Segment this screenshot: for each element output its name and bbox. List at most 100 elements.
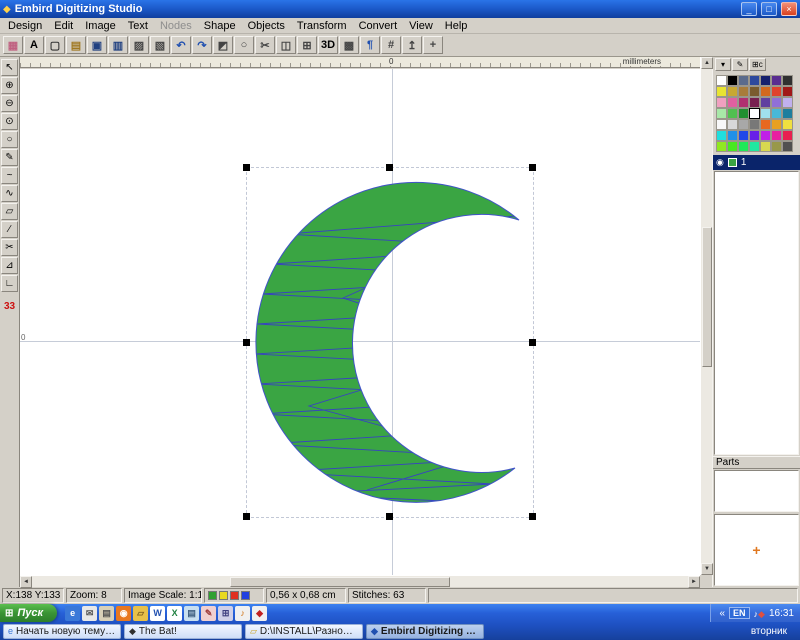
menu-help[interactable]: Help [439, 19, 474, 33]
scroll-up-arrow[interactable]: ▲ [701, 57, 713, 69]
print-button[interactable]: ▨ [129, 36, 149, 54]
show-desktop-icon[interactable]: ▤ [99, 606, 114, 621]
scroll-left-arrow[interactable]: ◄ [20, 576, 32, 588]
palette-color[interactable] [760, 97, 771, 108]
internet-explorer-icon[interactable]: e [65, 606, 80, 621]
selection-handle[interactable] [243, 339, 250, 346]
palette-color[interactable] [782, 97, 793, 108]
select-mode-button[interactable]: ◩ [213, 36, 233, 54]
task-browser[interactable]: e Начать новую тему :: В... [3, 624, 121, 639]
ellipse-mode-button[interactable]: ○ [234, 36, 254, 54]
status-color-swatch[interactable] [219, 591, 228, 600]
view-3d-button[interactable]: 3D [318, 36, 338, 54]
task-thebat[interactable]: ◆ The Bat! [124, 624, 242, 639]
menu-image[interactable]: Image [79, 19, 122, 33]
palette-color[interactable] [727, 108, 738, 119]
add-button[interactable]: + [423, 36, 443, 54]
palette-color[interactable] [727, 86, 738, 97]
order-button[interactable]: # [381, 36, 401, 54]
status-color-swatch[interactable] [208, 591, 217, 600]
palette-color[interactable] [782, 119, 793, 130]
menu-objects[interactable]: Objects [242, 19, 291, 33]
vertical-scroll-thumb[interactable] [702, 227, 712, 367]
palette-color[interactable] [771, 141, 782, 152]
horizontal-scroll-thumb[interactable] [230, 577, 450, 587]
palette-color[interactable] [716, 75, 727, 86]
lettering-button[interactable]: A [24, 36, 44, 54]
palette-color[interactable] [782, 75, 793, 86]
menu-transform[interactable]: Transform [291, 19, 353, 33]
excel-icon[interactable]: X [167, 606, 182, 621]
palette-color[interactable] [760, 130, 771, 141]
object-list[interactable] [714, 171, 799, 455]
move-up-button[interactable]: ↥ [402, 36, 422, 54]
notepad-icon[interactable]: ▤ [184, 606, 199, 621]
undo-button[interactable]: ↶ [171, 36, 191, 54]
palette-color[interactable] [782, 141, 793, 152]
shield-icon[interactable]: ◆ [758, 609, 765, 619]
magnet-button[interactable]: ◫ [276, 36, 296, 54]
maximize-button[interactable]: □ [761, 2, 777, 16]
stitch-view-button[interactable]: ▩ [339, 36, 359, 54]
scissors-button[interactable]: ✂ [255, 36, 275, 54]
vertical-scrollbar[interactable]: ▲ ▼ [700, 57, 712, 575]
palette-color[interactable] [749, 97, 760, 108]
line-tool[interactable]: ∕ [1, 221, 18, 238]
language-indicator[interactable]: EN [729, 607, 750, 619]
media-player-icon[interactable]: ◉ [116, 606, 131, 621]
scroll-down-arrow[interactable]: ▼ [701, 563, 713, 575]
measure-tool[interactable]: ∟ [1, 275, 18, 292]
selection-handle[interactable] [529, 164, 536, 171]
palette-color[interactable] [716, 119, 727, 130]
selection-handle[interactable] [386, 513, 393, 520]
crescent-design-object[interactable] [247, 168, 533, 517]
word-icon[interactable]: W [150, 606, 165, 621]
palette-color[interactable] [760, 141, 771, 152]
node-tool[interactable]: ▱ [1, 203, 18, 220]
palette-color[interactable] [738, 75, 749, 86]
scroll-right-arrow[interactable]: ► [688, 576, 700, 588]
layer-row-selected[interactable]: ◉ 1 [713, 155, 800, 170]
selection-handle[interactable] [529, 513, 536, 520]
palette-color[interactable] [760, 119, 771, 130]
palette-color[interactable] [771, 86, 782, 97]
palette-color[interactable] [738, 119, 749, 130]
palette-color[interactable] [760, 86, 771, 97]
palette-color[interactable] [716, 130, 727, 141]
ellipse-tool[interactable]: ○ [1, 131, 18, 148]
menu-design[interactable]: Design [2, 19, 48, 33]
minimize-button[interactable]: _ [741, 2, 757, 16]
menu-convert[interactable]: Convert [353, 19, 404, 33]
selection-handle[interactable] [243, 164, 250, 171]
status-color-swatch[interactable] [241, 591, 250, 600]
grid-button[interactable]: ⊞ [297, 36, 317, 54]
task-embird[interactable]: ◆ Embird Digitizing Stud... [366, 624, 484, 639]
palette-color[interactable] [716, 108, 727, 119]
new-design-button[interactable]: ▢ [45, 36, 65, 54]
copy-button[interactable]: ▧ [150, 36, 170, 54]
palette-color[interactable] [727, 141, 738, 152]
clock[interactable]: 16:31 [769, 608, 794, 619]
palette-color[interactable] [738, 141, 749, 152]
status-color-swatch[interactable] [230, 591, 239, 600]
parts-preview[interactable]: + [714, 514, 799, 586]
palette-color[interactable] [749, 86, 760, 97]
palette-color[interactable] [749, 130, 760, 141]
palette-color[interactable] [749, 108, 760, 119]
palette-color[interactable] [771, 119, 782, 130]
curve-tool[interactable]: ∿ [1, 185, 18, 202]
visibility-eye-icon[interactable]: ◉ [716, 157, 724, 168]
antivirus-icon[interactable]: ◆ [252, 606, 267, 621]
selection-handle[interactable] [386, 164, 393, 171]
palette-color[interactable] [771, 75, 782, 86]
palette-color[interactable] [716, 97, 727, 108]
paint-icon[interactable]: ✎ [201, 606, 216, 621]
palette-color[interactable] [727, 75, 738, 86]
save-all-button[interactable]: ▥ [108, 36, 128, 54]
menu-view[interactable]: View [403, 19, 439, 33]
calculator-icon[interactable]: ⊞ [218, 606, 233, 621]
mail-icon[interactable]: ✉ [82, 606, 97, 621]
select-tool[interactable]: ↖ [1, 59, 18, 76]
zoom-out-tool[interactable]: ⊖ [1, 95, 18, 112]
density-button[interactable]: ¶ [360, 36, 380, 54]
